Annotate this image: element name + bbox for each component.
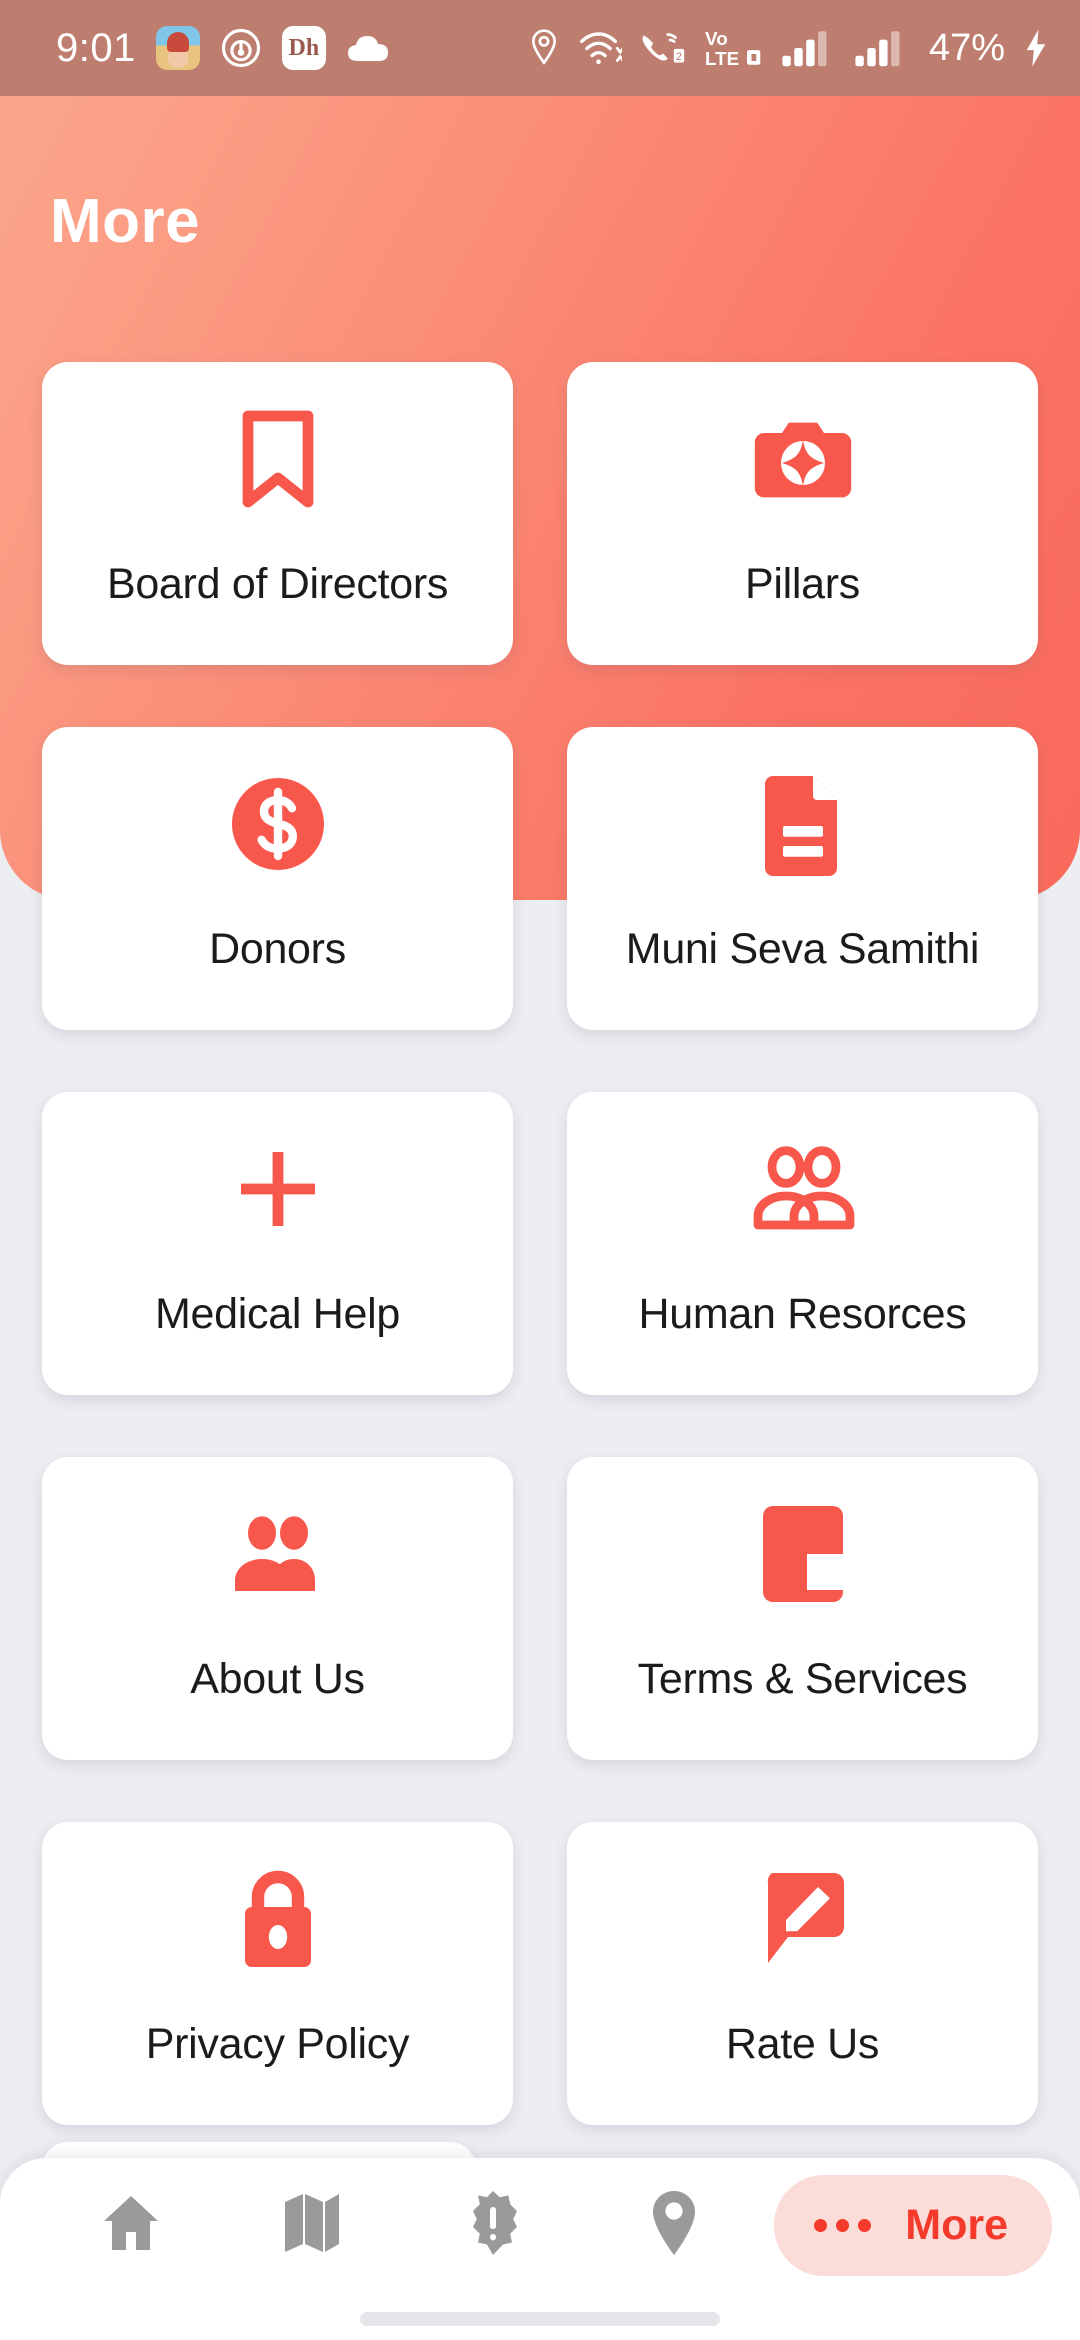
document-icon: [567, 749, 1038, 899]
people-filled-icon: [42, 1479, 513, 1629]
grid-item-label: Muni Seva Samithi: [625, 925, 980, 973]
nav-item-more-label: More: [905, 2200, 1008, 2249]
grid-item-board-of-directors[interactable]: Board of Directors: [42, 362, 513, 665]
more-menu-grid: Board of Directors Pillars Donors Muni S…: [0, 362, 1080, 2125]
volte-icon: Vo LTE: [702, 27, 764, 69]
status-bar-right: 2 Vo LTE 47%: [527, 27, 1050, 70]
grid-item-label: Medical Help: [155, 1290, 400, 1338]
grid-item-label: Privacy Policy: [145, 2020, 410, 2068]
grid-item-label: About Us: [190, 1655, 365, 1703]
grid-item-label: Terms & Services: [637, 1655, 968, 1703]
grid-item-about-us[interactable]: About Us: [42, 1457, 513, 1760]
location-icon: [527, 28, 561, 68]
grid-item-pillars[interactable]: Pillars: [567, 362, 1038, 665]
home-icon: [98, 2190, 164, 2261]
bookmark-icon: [42, 384, 513, 534]
cast-icon: [220, 27, 262, 69]
grid-item-label: Donors: [209, 925, 346, 973]
svg-text:LTE: LTE: [705, 49, 739, 69]
nav-item-alerts[interactable]: [402, 2158, 583, 2292]
map-icon: [281, 2190, 343, 2261]
dollar-circle-icon: [42, 749, 513, 899]
charging-bolt-icon: [1022, 28, 1050, 68]
grid-item-muni-seva-samithi[interactable]: Muni Seva Samithi: [567, 727, 1038, 1030]
status-clock: 9:01: [56, 25, 136, 70]
grid-item-medical-help[interactable]: Medical Help: [42, 1092, 513, 1395]
grid-item-label: Board of Directors: [106, 560, 449, 608]
review-pencil-icon: [567, 1844, 1038, 1994]
battery-percent-label: 47%: [928, 26, 1005, 69]
grid-item-terms-and-services[interactable]: Terms & Services: [567, 1457, 1038, 1760]
alert-badge-icon: [461, 2189, 525, 2262]
nav-item-location[interactable]: [583, 2158, 764, 2292]
grid-item-privacy-policy[interactable]: Privacy Policy: [42, 1822, 513, 2125]
terms-block-icon: [567, 1479, 1038, 1629]
status-bar: 9:01 Dh 2 Vo LTE 47%: [0, 0, 1080, 96]
ellipsis-icon: [814, 2218, 872, 2232]
svg-text:Vo: Vo: [705, 29, 728, 50]
nav-item-more[interactable]: More: [774, 2174, 1052, 2276]
wifi-icon: [578, 29, 622, 67]
grid-item-donors[interactable]: Donors: [42, 727, 513, 1030]
grid-item-rate-us[interactable]: Rate Us: [567, 1822, 1038, 2125]
location-pin-icon: [649, 2189, 699, 2262]
grid-item-label: Pillars: [745, 560, 860, 608]
game-app-icon: [155, 26, 200, 70]
gesture-home-indicator[interactable]: [360, 2312, 720, 2326]
signal-bars-sim1-icon: [781, 28, 837, 68]
camera-star-icon: [567, 384, 1038, 534]
lock-icon: [42, 1844, 513, 1994]
grid-item-label: Human Resorces: [638, 1290, 967, 1338]
svg-text:2: 2: [676, 51, 682, 63]
cloud-icon: [346, 31, 390, 65]
nav-item-map[interactable]: [221, 2158, 402, 2292]
page-title: More: [50, 187, 201, 256]
grid-item-label: Rate Us: [725, 2020, 880, 2068]
plus-icon: [42, 1114, 513, 1264]
app-screen: More 9:01 Dh 2 Vo LTE 47% Board of Direc…: [0, 0, 1080, 2340]
nav-item-home[interactable]: [40, 2158, 221, 2292]
dh-app-icon: Dh: [281, 26, 326, 70]
grid-item-human-resources[interactable]: Human Resorces: [567, 1092, 1038, 1395]
status-bar-left: 9:01 Dh: [56, 26, 390, 71]
call-wifi-icon: 2: [639, 29, 685, 67]
people-outline-icon: [567, 1114, 1038, 1264]
signal-bars-sim2-icon: [854, 28, 910, 68]
